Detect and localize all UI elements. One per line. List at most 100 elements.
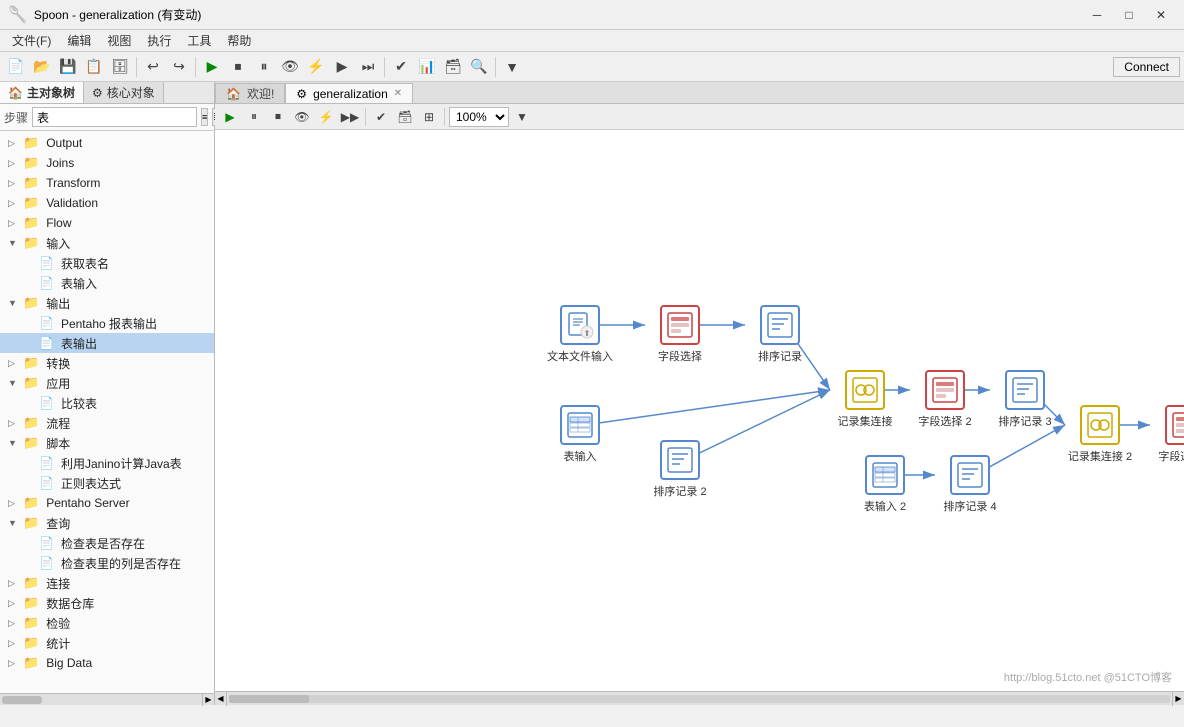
tab-core-objects[interactable]: ⚙ 核心对象 [84, 82, 164, 103]
canvas-scrollbar-h[interactable]: ◀ ▶ [215, 691, 1184, 705]
tree-item[interactable]: 📄Pentaho 报表输出 [0, 313, 214, 333]
gen-tab-close[interactable]: ✕ [394, 88, 402, 99]
tree-item[interactable]: ▼📁查询 [0, 513, 214, 533]
tree-item[interactable]: 📄检查表是否存在 [0, 533, 214, 553]
tree-item[interactable]: 📄比较表 [0, 393, 214, 413]
scroll-right-btn[interactable]: ▶ [202, 694, 214, 706]
toolbar-run[interactable]: ▶ [200, 55, 224, 79]
tree-scrollbar-h[interactable]: ▶ [0, 693, 214, 705]
toolbar-saveas[interactable]: 📋 [82, 55, 106, 79]
tree-item[interactable]: ▷📁Flow [0, 213, 214, 233]
tree-item[interactable]: 📄利用Janino计算Java表 [0, 453, 214, 473]
toolbar-replay[interactable]: ⏭ [356, 55, 380, 79]
toolbar-sep3 [384, 57, 385, 77]
zoom-dropdown-btn[interactable]: ▼ [511, 106, 533, 128]
toolbar-analyze[interactable]: 📊 [415, 55, 439, 79]
menu-tools[interactable]: 工具 [179, 30, 219, 52]
toolbar-more[interactable]: ▼ [500, 55, 524, 79]
tree-item[interactable]: ▼📁输入 [0, 233, 214, 253]
flow-node-n5[interactable]: 字段选择 2 [910, 370, 980, 429]
tree-item[interactable]: ▷📁Output [0, 133, 214, 153]
toolbar-debug[interactable]: ⚡ [304, 55, 328, 79]
toolbar-explore[interactable]: 🗄 [108, 55, 132, 79]
debug-btn[interactable]: ⚡ [315, 106, 337, 128]
tree-item[interactable]: ▷📁Transform [0, 173, 214, 193]
node-label-n10: 字段选择 3 [1158, 448, 1184, 464]
search-input[interactable] [32, 107, 197, 127]
toolbar-redo[interactable]: ↪ [167, 55, 191, 79]
flow-node-n7[interactable]: 表输入 [545, 405, 615, 464]
tree-item[interactable]: ▷📁流程 [0, 413, 214, 433]
tree-item[interactable]: ▼📁脚本 [0, 433, 214, 453]
toolbar-open[interactable]: 📂 [30, 55, 54, 79]
zoom-select[interactable]: 50% 75% 100% 125% 150% 200% [449, 107, 509, 127]
tree-item[interactable]: ▷📁Validation [0, 193, 214, 213]
db-btn[interactable]: 🗃 [394, 106, 416, 128]
folder-icon: 📁 [23, 175, 39, 191]
scroll-right-canvas-btn[interactable]: ▶ [1172, 692, 1184, 706]
search-bar: 步骤 ≡ ≣ [0, 104, 214, 131]
menu-edit[interactable]: 编辑 [59, 30, 99, 52]
flow-node-n13[interactable]: 排序记录 4 [935, 455, 1005, 514]
tree-item[interactable]: ▷📁Joins [0, 153, 214, 173]
flow-canvas[interactable]: ⬆文本文件输入字段选择排序记录记录集连接字段选择 2排序记录 3表输入排序记录 … [215, 130, 1184, 691]
folder-icon: 📁 [23, 495, 39, 511]
stop-btn[interactable]: ⏹ [267, 106, 289, 128]
step-fwd-btn[interactable]: ▶▶ [339, 106, 361, 128]
tree-item[interactable]: ▷📁数据仓库 [0, 593, 214, 613]
preview-btn[interactable]: 👁 [291, 106, 313, 128]
tab-main-tree[interactable]: 🏠 主对象树 [0, 82, 84, 103]
minimize-button[interactable]: ─ [1082, 5, 1112, 25]
toolbar-stop[interactable]: ⏹ [226, 55, 250, 79]
toolbar-new[interactable]: 📄 [4, 55, 28, 79]
flow-node-n12[interactable]: 表输入 2 [850, 455, 920, 514]
tree-item[interactable]: 📄正则表达式 [0, 473, 214, 493]
tree-item[interactable]: ▼📁应用 [0, 373, 214, 393]
menu-view[interactable]: 视图 [99, 30, 139, 52]
tree-item[interactable]: ▼📁输出 [0, 293, 214, 313]
flow-node-n1[interactable]: ⬆文本文件输入 [545, 305, 615, 364]
menu-execute[interactable]: 执行 [139, 30, 179, 52]
connect-button[interactable]: Connect [1113, 57, 1180, 77]
play-btn[interactable]: ▶ [219, 106, 241, 128]
tab-generalization[interactable]: ⚙ generalization ✕ [285, 83, 413, 103]
toolbar-save[interactable]: 💾 [56, 55, 80, 79]
tree-expand-icon: ▷ [8, 598, 20, 609]
tree-item[interactable]: ▷📁Big Data [0, 653, 214, 673]
menu-help[interactable]: 帮助 [219, 30, 259, 52]
flow-node-n3[interactable]: 排序记录 [745, 305, 815, 364]
check-btn[interactable]: ✔ [370, 106, 392, 128]
flow-node-n6[interactable]: 排序记录 3 [990, 370, 1060, 429]
tree-item[interactable]: ▷📁连接 [0, 573, 214, 593]
maximize-button[interactable]: □ [1114, 5, 1144, 25]
file-icon: 📄 [39, 476, 54, 490]
node-icon-n8 [660, 440, 700, 480]
collapse-tree-button[interactable]: ≡ [201, 108, 208, 126]
toolbar-step[interactable]: ▶ [330, 55, 354, 79]
tree-item[interactable]: 📄表输入 [0, 273, 214, 293]
menu-file[interactable]: 文件(F) [4, 30, 59, 52]
toolbar-undo[interactable]: ↩ [141, 55, 165, 79]
toolbar-check[interactable]: ✔ [389, 55, 413, 79]
toolbar-dbexplore[interactable]: 🗃 [441, 55, 465, 79]
flow-node-n9[interactable]: 记录集连接 2 [1065, 405, 1135, 464]
tree-item[interactable]: 📄检查表里的列是否存在 [0, 553, 214, 573]
flow-node-n8[interactable]: 排序记录 2 [645, 440, 715, 499]
tree-item[interactable]: 📄获取表名 [0, 253, 214, 273]
tab-welcome[interactable]: 🏠 欢迎! [215, 83, 285, 103]
tree-item[interactable]: ▷📁转换 [0, 353, 214, 373]
grid-btn[interactable]: ⊞ [418, 106, 440, 128]
close-button[interactable]: ✕ [1146, 5, 1176, 25]
toolbar-preview[interactable]: 👁 [278, 55, 302, 79]
toolbar-pause[interactable]: ⏸ [252, 55, 276, 79]
flow-node-n10[interactable]: 字段选择 3 [1150, 405, 1184, 464]
tree-item[interactable]: ▷📁Pentaho Server [0, 493, 214, 513]
scroll-left-btn[interactable]: ◀ [215, 692, 227, 706]
tree-item[interactable]: 📄表输出 [0, 333, 214, 353]
flow-node-n2[interactable]: 字段选择 [645, 305, 715, 364]
pause-btn[interactable]: ⏸ [243, 106, 265, 128]
toolbar-sniff[interactable]: 🔍 [467, 55, 491, 79]
tree-item[interactable]: ▷📁检验 [0, 613, 214, 633]
flow-node-n4[interactable]: 记录集连接 [830, 370, 900, 429]
tree-item[interactable]: ▷📁统计 [0, 633, 214, 653]
